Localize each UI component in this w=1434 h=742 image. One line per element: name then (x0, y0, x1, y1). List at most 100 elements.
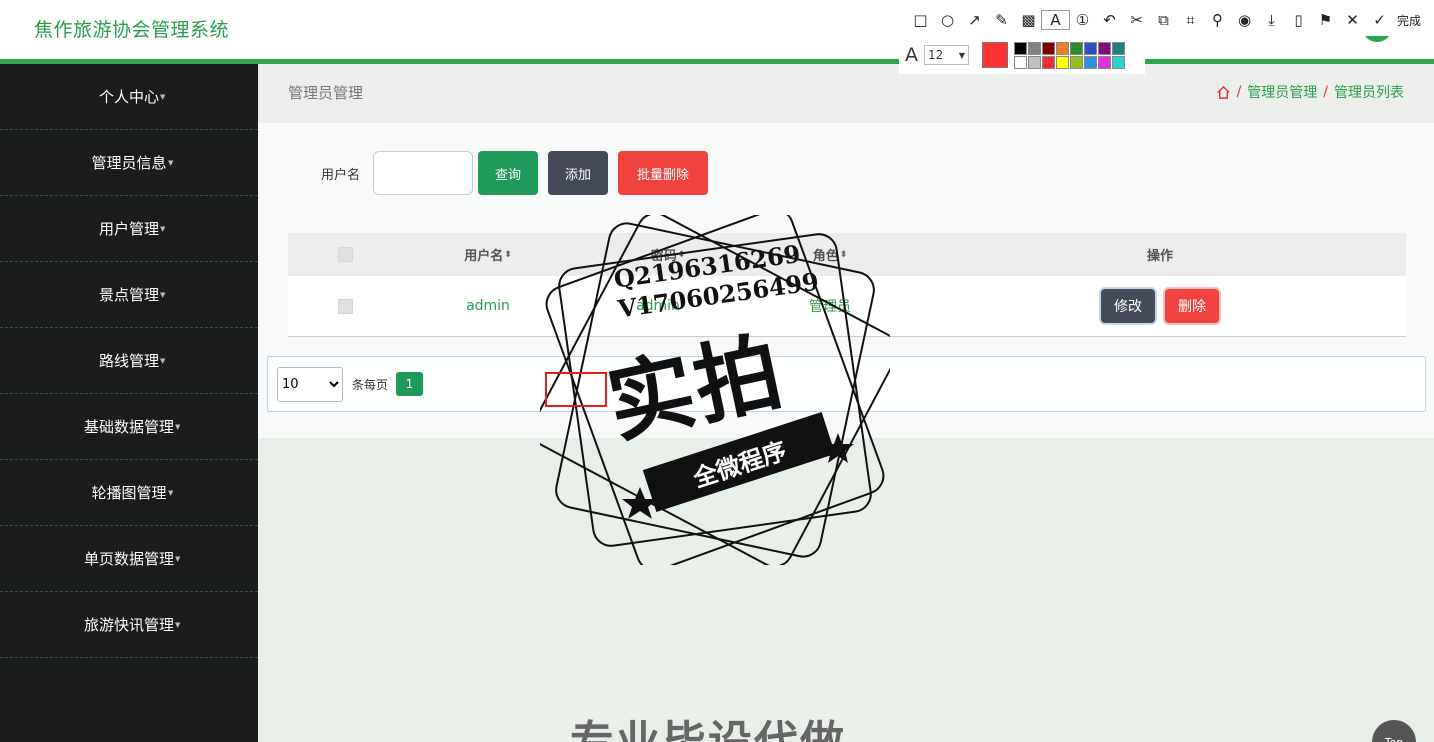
page-size-select[interactable]: 10 (277, 367, 343, 402)
username-label: 用户名 (321, 168, 361, 183)
breadcrumb-separator: / (1323, 84, 1328, 100)
page-title: 管理员管理 (288, 84, 364, 102)
text-tool-icon[interactable]: A (1041, 10, 1070, 30)
column-header-username[interactable]: 用户名 ⬍ (438, 233, 538, 276)
caret-down-icon: ▼ (168, 488, 174, 497)
column-header-actions: 操作 (1146, 249, 1173, 264)
sidebar-item-personal-center[interactable]: 个人中心 ▼ (0, 64, 258, 130)
delete-button[interactable]: 删除 (1165, 289, 1219, 323)
sidebar-item-route-management[interactable]: 路线管理 ▼ (0, 328, 258, 394)
translate-icon[interactable]: ⧉ (1150, 11, 1177, 29)
pagination-bar: 10 条每页 1 (267, 356, 1426, 412)
color-swatch[interactable] (1070, 55, 1083, 69)
breadcrumb-separator: / (1236, 84, 1242, 100)
sidebar-item-scenic-management[interactable]: 景点管理 ▼ (0, 262, 258, 328)
select-all-cell (328, 233, 363, 276)
sidebar-item-carousel[interactable]: 轮播图管理 ▼ (0, 460, 258, 526)
close-icon[interactable]: ✕ (1339, 11, 1366, 29)
caret-down-icon: ▼ (175, 422, 181, 431)
number-tool-icon[interactable]: ① (1069, 11, 1096, 29)
sidebar-item-label: 单页数据管理 (83, 550, 174, 568)
username-search-input[interactable] (373, 151, 473, 195)
pencil-tool-icon[interactable]: ✎ (988, 11, 1015, 29)
rectangle-tool-icon[interactable]: □ (907, 11, 934, 29)
cell-username: admin (466, 298, 510, 314)
annotation-rectangle[interactable] (545, 372, 607, 407)
color-swatch[interactable] (1042, 41, 1055, 55)
sidebar-item-single-page-data[interactable]: 单页数据管理 ▼ (0, 526, 258, 592)
record-icon[interactable]: ◉ (1231, 11, 1258, 29)
ocr-icon[interactable]: ⌗ (1177, 11, 1204, 29)
app-title: 焦作旅游协会管理系统 (34, 19, 230, 41)
color-swatch[interactable] (1042, 55, 1055, 69)
text-style-toolbar: A 12 ▼ (899, 36, 1145, 74)
home-icon[interactable] (1216, 85, 1231, 100)
font-size-select[interactable]: 12 ▼ (924, 45, 969, 65)
select-all-checkbox[interactable] (338, 247, 353, 262)
color-swatch[interactable] (1084, 55, 1097, 69)
row-select-cell (328, 276, 363, 336)
sidebar-item-user-management[interactable]: 用户管理 ▼ (0, 196, 258, 262)
cut-icon[interactable]: ✂ (1123, 11, 1150, 29)
sidebar: 个人中心 ▼ 管理员信息 ▼ 用户管理 ▼ 景点管理 ▼ 路线管理 ▼ 基础数据管理 ▼ 轮… (0, 64, 258, 742)
color-swatch[interactable] (1056, 55, 1069, 69)
content-panel: 用户名 查询 添加 批量删除 用户名 ⬍ 密码 ⬍ 角色 ⬍ 操作 admin adm… (258, 123, 1434, 438)
row-checkbox[interactable] (338, 298, 353, 314)
font-icon: A (905, 44, 918, 66)
caret-down-icon: ▼ (160, 290, 166, 299)
sidebar-item-label: 轮播图管理 (91, 484, 167, 502)
color-swatch[interactable] (1056, 41, 1069, 55)
mosaic-tool-icon[interactable]: ▩ (1015, 11, 1042, 29)
add-button[interactable]: 添加 (548, 151, 608, 195)
table-row: admin admin 管理员 修改 删除 (288, 276, 1406, 337)
color-swatch[interactable] (1014, 55, 1027, 69)
table-header-row: 用户名 ⬍ 密码 ⬍ 角色 ⬍ 操作 (288, 233, 1406, 276)
sidebar-item-label: 旅游快讯管理 (83, 616, 174, 634)
color-swatch[interactable] (1014, 41, 1027, 55)
color-swatch[interactable] (1112, 55, 1125, 69)
caret-down-icon: ▼ (160, 92, 166, 101)
phone-icon[interactable]: ▯ (1285, 11, 1312, 29)
admin-table: 用户名 ⬍ 密码 ⬍ 角色 ⬍ 操作 admin admin 管理员 修改 删除 (288, 233, 1406, 337)
color-swatch[interactable] (1028, 55, 1041, 69)
main-content: 管理员管理 / 管理员管理 / 管理员列表 用户名 查询 添加 批量删除 用户名… (258, 64, 1434, 742)
color-swatch[interactable] (1098, 41, 1111, 55)
done-label[interactable]: 完成 (1397, 12, 1421, 29)
caret-down-icon: ▼ (175, 620, 181, 629)
batch-delete-button[interactable]: 批量删除 (618, 151, 708, 195)
query-button[interactable]: 查询 (478, 151, 538, 195)
watermark-bottom-text: 专业毕设代做 (570, 706, 846, 742)
ellipse-tool-icon[interactable]: ○ (934, 11, 961, 29)
screenshot-toolbar: □ ○ ↗ ✎ ▩ A ① ↶ ✂ ⧉ ⌗ ⚲ ◉ ⤓ ▯ ⚑ ✕ ✓ 完成 (899, 4, 1434, 36)
sort-icon: ⬍ (839, 249, 848, 260)
edit-button[interactable]: 修改 (1101, 289, 1155, 323)
sort-icon: ⬍ (504, 249, 512, 260)
breadcrumb-bar: 管理员管理 / 管理员管理 / 管理员列表 (258, 64, 1434, 123)
undo-icon[interactable]: ↶ (1096, 11, 1123, 29)
color-swatch[interactable] (1112, 41, 1125, 55)
breadcrumb-current[interactable]: 管理员列表 (1334, 82, 1404, 102)
breadcrumb-link-admin-management[interactable]: 管理员管理 (1247, 82, 1317, 102)
color-swatch[interactable] (1070, 41, 1083, 55)
caret-down-icon: ▼ (175, 554, 181, 563)
page-number-button[interactable]: 1 (396, 372, 423, 396)
download-icon[interactable]: ⤓ (1258, 11, 1285, 29)
sidebar-item-label: 管理员信息 (91, 154, 167, 172)
breadcrumb: / 管理员管理 / 管理员列表 (1216, 82, 1404, 102)
pin-icon[interactable]: ⚲ (1204, 11, 1231, 29)
color-swatch[interactable] (1028, 41, 1041, 55)
check-icon[interactable]: ✓ (1366, 11, 1393, 29)
sidebar-item-label: 个人中心 (98, 88, 159, 106)
sidebar-item-travel-news[interactable]: 旅游快讯管理 ▼ (0, 592, 258, 658)
cell-actions: 修改 删除 (1048, 276, 1272, 336)
per-page-label: 条每页 (352, 378, 389, 392)
color-swatch[interactable] (1098, 55, 1111, 69)
sidebar-item-basic-data[interactable]: 基础数据管理 ▼ (0, 394, 258, 460)
bookmark-icon[interactable]: ⚑ (1312, 11, 1339, 29)
color-swatch[interactable] (1084, 41, 1097, 55)
sidebar-item-admin-info[interactable]: 管理员信息 ▼ (0, 130, 258, 196)
current-color-swatch[interactable] (982, 42, 1008, 68)
sidebar-item-label: 基础数据管理 (83, 418, 174, 436)
caret-down-icon: ▼ (168, 158, 174, 167)
arrow-tool-icon[interactable]: ↗ (961, 11, 988, 29)
